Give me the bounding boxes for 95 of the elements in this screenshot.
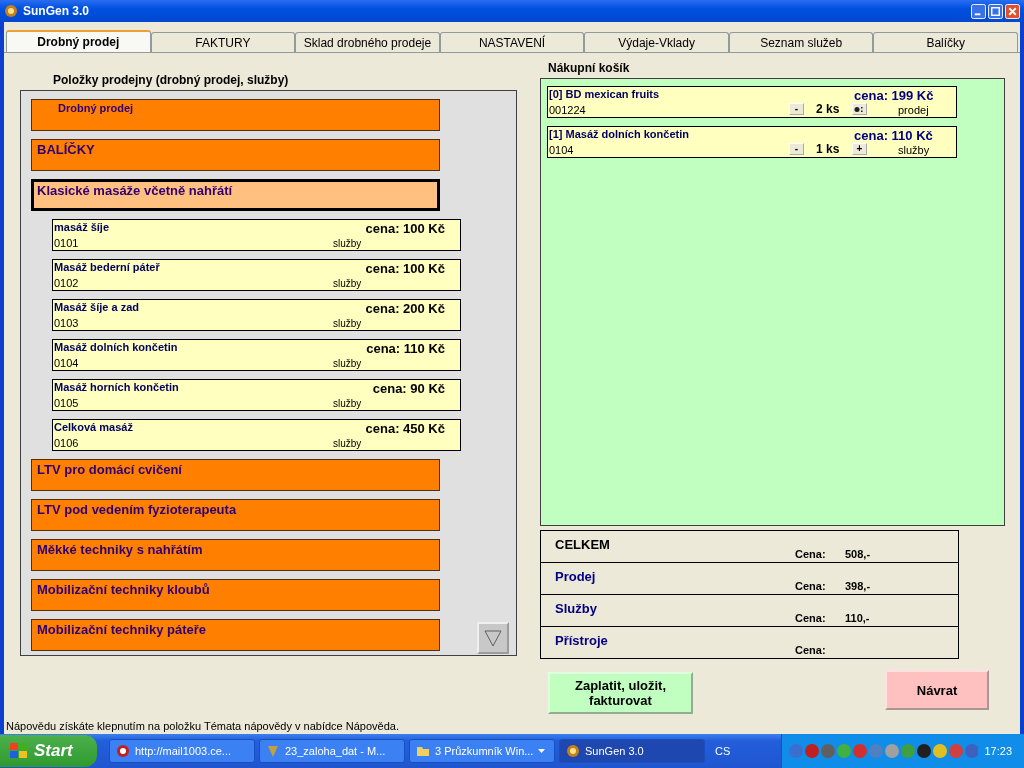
minus-button[interactable]: - [789, 143, 804, 155]
price-value: 398,- [845, 580, 871, 592]
product-card[interactable]: Masáž dolních končetin cena: 110 Kč 0104 služby [52, 339, 461, 371]
category-button[interactable]: Mobilizační techniky kloubů [31, 579, 440, 611]
product-name: Celková masáž [54, 421, 133, 433]
quantity: 2 ks [816, 102, 840, 116]
price-label: Cena: [795, 580, 826, 592]
product-code: 0104 [54, 357, 79, 369]
product-card[interactable]: Masáž bederní páteř cena: 100 Kč 0102 služby [52, 259, 461, 291]
app-icon [266, 744, 280, 758]
minimize-icon[interactable] [971, 3, 986, 19]
product-type: služby [333, 438, 362, 449]
product-code: 0103 [54, 317, 79, 329]
sun-icon [4, 4, 18, 18]
price-label: Cena: [795, 612, 826, 624]
clock: 17:23 [984, 745, 1012, 757]
product-code: 0106 [54, 437, 79, 449]
product-name: Masáž šíje a zad [54, 301, 139, 313]
product-name: masáž šíje [54, 221, 110, 233]
product-name: Masáž horních končetin [54, 381, 179, 393]
tab[interactable]: Seznam služeb [728, 32, 874, 52]
category-button[interactable]: Mobilizační techniky páteře [31, 619, 440, 651]
minus-button[interactable]: - [789, 103, 804, 115]
total-label: Prodej [555, 569, 596, 584]
product-price: cena: 90 Kč [372, 381, 445, 396]
product-name: Masáž dolních končetin [54, 341, 178, 353]
tab[interactable]: NASTAVENÍ [439, 32, 585, 52]
tab[interactable]: Sklad drobného prodeje [295, 32, 440, 52]
product-card[interactable]: Celková masáž cena: 450 Kč 0106 služby [52, 419, 461, 451]
product-code: 0105 [54, 397, 79, 409]
product-type: služby [333, 278, 362, 289]
add-button[interactable] [852, 103, 867, 115]
product-type: služby [333, 238, 362, 249]
price-value: 110,- [845, 612, 870, 624]
close-icon[interactable] [1005, 3, 1020, 19]
product-type: služby [333, 358, 362, 369]
product-price: cena: 110 Kč [366, 341, 445, 356]
tab[interactable]: Balíčky [873, 32, 1019, 52]
pay-button[interactable]: Zaplatit, uložit, fakturovat [548, 672, 693, 714]
product-name: Masáž bederní páteř [54, 261, 160, 273]
price-label: Cena: [795, 644, 826, 656]
cart-item-code: 0104 [549, 144, 574, 156]
cart-item-type: prodej [898, 104, 929, 116]
sun-icon [566, 744, 580, 758]
status-text: Nápovědu získáte klepnutím na položku Témata nápovědy v nabídce Nápověda. [5, 719, 399, 733]
plus-button[interactable]: + [852, 143, 867, 155]
product-price: cena: 450 Kč [365, 421, 445, 436]
category-button[interactable]: LTV pod vedením fyzioterapeuta [31, 499, 440, 531]
scroll-down-button[interactable] [477, 622, 509, 654]
product-type: služby [333, 318, 362, 329]
total-label: Služby [555, 601, 597, 616]
cart-item-type: služby [898, 144, 930, 156]
taskbar-button[interactable]: http://mail1003.ce... [109, 739, 255, 763]
tab[interactable]: FAKTURY [150, 32, 296, 52]
back-button[interactable]: Návrat [885, 670, 989, 710]
windows-logo-icon [10, 743, 28, 759]
price-value: 508,- [845, 548, 871, 560]
total-label: CELKEM [555, 537, 610, 552]
product-card[interactable]: masáž šíje cena: 100 Kč 0101 služby [52, 219, 461, 251]
down-triangle-icon [483, 628, 503, 648]
taskbar-button[interactable]: 23_zaloha_dat - M... [259, 739, 405, 763]
window-title: SunGen 3.0 [23, 4, 90, 18]
taskbar-button[interactable]: SunGen 3.0 [559, 739, 705, 763]
dots-icon [854, 105, 865, 113]
price-label: Cena: [795, 548, 826, 560]
product-type: služby [333, 398, 362, 409]
caret-icon [538, 749, 546, 753]
product-code: 0101 [54, 237, 79, 249]
folder-icon [416, 744, 430, 758]
product-price: cena: 100 Kč [365, 221, 445, 236]
product-code: 0102 [54, 277, 79, 289]
panel-title: Položky prodejny (drobný prodej, služby) [52, 72, 290, 89]
category-button[interactable]: Klasické masáže včetně nahřátí [31, 179, 440, 211]
globe-icon [116, 744, 130, 758]
tab[interactable]: Výdaje-Vklady [584, 32, 729, 52]
cart-item-price: cena: 199 Kč [854, 88, 934, 103]
language-indicator[interactable]: CS [715, 745, 755, 757]
category-button[interactable]: Měkké techniky s nahřátím [31, 539, 440, 571]
product-price: cena: 200 Kč [365, 301, 445, 316]
product-price: cena: 100 Kč [365, 261, 445, 276]
cart-item-name: [1] Masáž dolních končetin [549, 128, 689, 140]
cart-item-name: [0] BD mexican fruits [549, 88, 660, 100]
category-button[interactable]: BALÍČKY [31, 139, 440, 171]
category-button[interactable]: Drobný prodej [31, 99, 440, 131]
category-button[interactable]: LTV pro domácí cvičení [31, 459, 440, 491]
cart-title: Nákupní košík [547, 60, 631, 77]
tab[interactable]: Drobný prodej [6, 30, 151, 52]
product-card[interactable]: Masáž šíje a zad cena: 200 Kč 0103 služby [52, 299, 461, 331]
cart-item-code: 001224 [549, 104, 586, 116]
quantity: 1 ks [816, 142, 840, 156]
cart-item-price: cena: 110 Kč [854, 128, 933, 143]
maximize-icon[interactable] [988, 3, 1003, 19]
product-card[interactable]: Masáž horních končetin cena: 90 Kč 0105 služby [52, 379, 461, 411]
total-label: Přístroje [555, 633, 608, 648]
taskbar-button[interactable]: 3 Průzkumník Win... [409, 739, 555, 763]
